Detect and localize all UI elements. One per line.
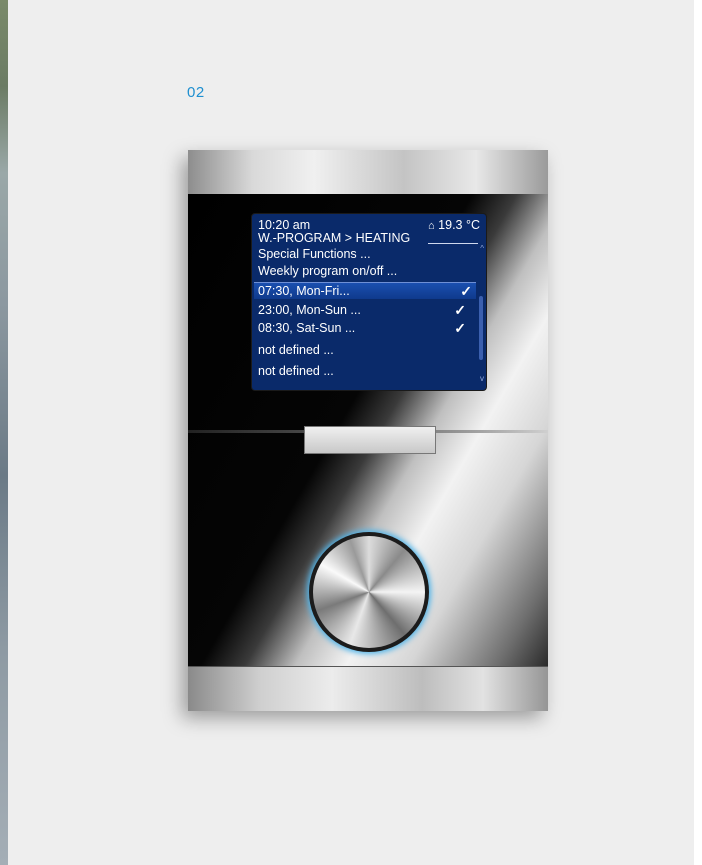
- thermostat-device: 10:20 am ⌂ 19.3 °C W.-PROGRAM > HEATING …: [188, 150, 548, 711]
- proximity-sensor: [304, 426, 436, 454]
- menu-item-label: not defined ...: [258, 364, 334, 378]
- figure-label: 02: [187, 84, 205, 101]
- menu-item-program-1[interactable]: 07:30, Mon-Fri... ✓: [254, 282, 476, 300]
- menu-item-label: 07:30, Mon-Fri...: [258, 284, 350, 298]
- check-icon: ✓: [460, 283, 472, 299]
- menu-item-label: 23:00, Mon-Sun ...: [258, 303, 361, 317]
- scroll-up-icon: ^: [480, 244, 484, 253]
- title-underline: [428, 243, 478, 244]
- check-icon: ✓: [454, 320, 466, 336]
- check-icon: ✓: [454, 302, 466, 318]
- scroll-down-icon: v: [480, 374, 484, 383]
- page-edge: [694, 0, 702, 865]
- menu-item-program-2[interactable]: 23:00, Mon-Sun ... ✓: [258, 302, 480, 318]
- menu-item-weekly-program[interactable]: Weekly program on/off ...: [258, 263, 480, 279]
- menu-item-label: 08:30, Sat-Sun ...: [258, 321, 356, 335]
- lcd-display[interactable]: 10:20 am ⌂ 19.3 °C W.-PROGRAM > HEATING …: [252, 214, 486, 390]
- scrollbar[interactable]: [479, 296, 483, 360]
- glass-panel: 10:20 am ⌂ 19.3 °C W.-PROGRAM > HEATING …: [188, 194, 548, 666]
- top-steel-bezel: [188, 150, 548, 195]
- rotary-knob-ring[interactable]: [309, 532, 429, 652]
- menu-item-program-4[interactable]: not defined ...: [258, 342, 480, 358]
- menu-item-program-3[interactable]: 08:30, Sat-Sun ... ✓: [258, 320, 480, 336]
- bottom-steel-bezel: [188, 666, 548, 711]
- background-photo-edge: [0, 0, 8, 865]
- menu-item-label: Weekly program on/off ...: [258, 264, 398, 278]
- menu-item-program-5[interactable]: not defined ...: [258, 363, 480, 379]
- rotary-knob[interactable]: [313, 536, 425, 648]
- menu-item-label: Special Functions ...: [258, 247, 371, 261]
- menu-item-label: not defined ...: [258, 343, 334, 357]
- menu-item-special-functions[interactable]: Special Functions ...: [258, 246, 480, 262]
